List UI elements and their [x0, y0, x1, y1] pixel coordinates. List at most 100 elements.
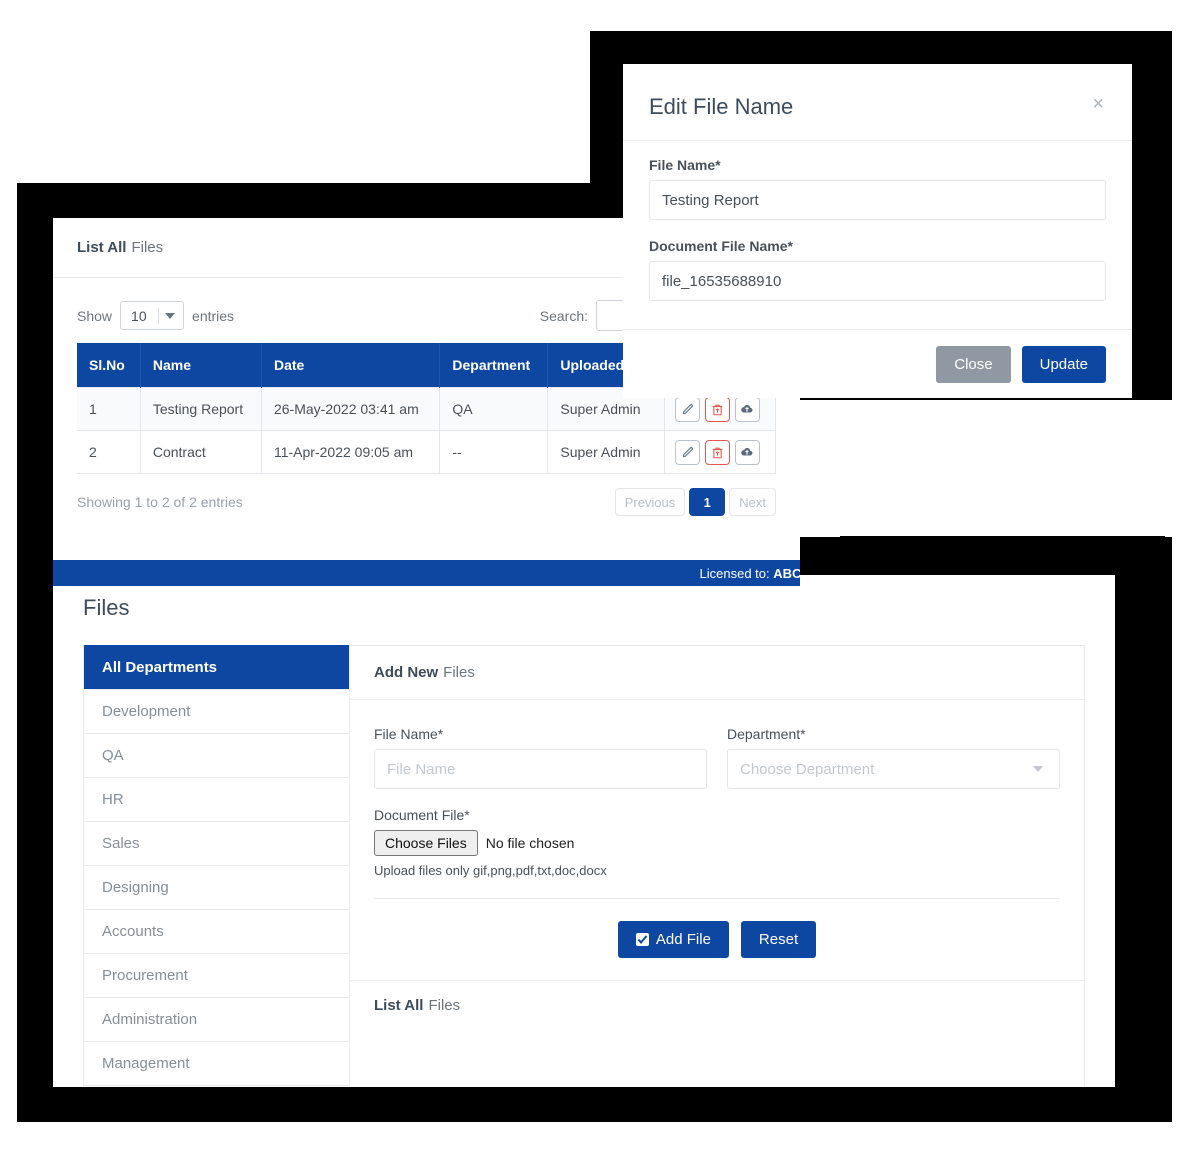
- department-item-development[interactable]: Development: [84, 689, 349, 733]
- department-item-procurement[interactable]: Procurement: [84, 953, 349, 997]
- department-label: Designing: [102, 879, 169, 896]
- cell-name: Contract: [140, 430, 262, 474]
- column-header-department[interactable]: Department: [439, 343, 549, 388]
- entries-label: entries: [192, 307, 235, 324]
- modal-file-name-input[interactable]: [649, 180, 1106, 220]
- add-new-files-header: Add New Files: [350, 646, 1084, 700]
- row-action-buttons: [674, 396, 765, 422]
- cell-uploaded-by: Super Admin: [547, 430, 665, 474]
- form-row-name-department: File Name* Department* Choose Department: [374, 726, 1060, 807]
- department-select[interactable]: Choose Department: [727, 749, 1060, 789]
- file-name-label: File Name*: [374, 726, 444, 742]
- column-header-date[interactable]: Date: [261, 343, 441, 388]
- entries-select-value: 10: [131, 307, 147, 324]
- modal-header: Edit File Name ×: [623, 64, 1132, 141]
- cell-department: --: [439, 430, 549, 474]
- add-new-files-form: File Name* Department* Choose Department: [350, 700, 1084, 980]
- license-text: Licensed to: ABC Trading: [700, 566, 800, 581]
- department-item-qa[interactable]: QA: [84, 733, 349, 777]
- delete-trash-icon[interactable]: [704, 396, 730, 422]
- modal-footer: Close Update: [623, 329, 1132, 398]
- edit-pencil-icon[interactable]: [674, 396, 700, 422]
- modal-title: Edit File Name: [649, 94, 794, 119]
- modal-update-button[interactable]: Update: [1021, 346, 1106, 383]
- modal-document-file-name-group: Document File Name*: [649, 238, 1106, 301]
- list-all-footer-bold: List All: [374, 997, 424, 1014]
- list-all-footer-rest: Files: [428, 997, 461, 1014]
- checkbox-check-icon: [635, 933, 649, 946]
- department-item-all-departments[interactable]: All Departments: [84, 645, 349, 689]
- screenshot-stage: Files All Departments Development QA HR …: [0, 0, 1200, 1153]
- department-label: HR: [102, 791, 124, 808]
- upload-cloud-icon[interactable]: [734, 439, 760, 465]
- select-separator: [158, 307, 160, 324]
- document-file-group: Document File* Choose Files No file chos…: [374, 807, 1060, 878]
- department-label: QA: [102, 747, 124, 764]
- document-file-label: Document File*: [374, 807, 470, 823]
- row-action-buttons: [674, 439, 765, 465]
- license-prefix: Licensed to:: [699, 565, 770, 581]
- department-label: Sales: [102, 835, 140, 852]
- show-label: Show: [77, 307, 113, 324]
- search-label: Search:: [539, 307, 588, 324]
- document-file-picker: Choose Files No file chosen: [374, 830, 1060, 856]
- files-table-body: 1 Testing Report 26-May-2022 03:41 am QA…: [77, 387, 777, 474]
- entries-info: Showing 1 to 2 of 2 entries: [77, 494, 243, 510]
- files-page-body: All Departments Development QA HR Sales …: [53, 621, 1115, 1087]
- department-label: All Departments: [102, 659, 218, 676]
- add-new-files-panel: Add NewFiles File Name* Department* Choo…: [350, 645, 1085, 1087]
- upload-cloud-icon[interactable]: [734, 396, 760, 422]
- form-action-buttons: Add File Reset: [374, 898, 1060, 980]
- department-item-designing[interactable]: Designing: [84, 865, 349, 909]
- department-select-value: Choose Department: [740, 760, 875, 778]
- entries-select[interactable]: 10: [120, 301, 185, 330]
- datatable-footer: Showing 1 to 2 of 2 entries Previous 1 N…: [53, 474, 800, 516]
- add-new-files-header-bold: Add New: [374, 664, 439, 681]
- department-label: Management: [102, 1055, 190, 1072]
- department-group: Department* Choose Department: [727, 726, 1060, 789]
- list-all-files-header-rest: Files: [131, 239, 164, 256]
- modal-file-name-group: File Name*: [649, 157, 1106, 220]
- department-item-hr[interactable]: HR: [84, 777, 349, 821]
- department-item-partial[interactable]: [84, 1085, 349, 1087]
- license-bar: Licensed to: ABC Trading: [53, 560, 800, 586]
- pagination-next[interactable]: Next: [729, 488, 776, 516]
- file-name-input[interactable]: [374, 749, 707, 789]
- column-header-name[interactable]: Name: [140, 343, 262, 388]
- cell-date: 26-May-2022 03:41 am: [261, 387, 441, 431]
- table-row: 2 Contract 11-Apr-2022 09:05 am -- Super…: [77, 430, 777, 474]
- modal-close-button[interactable]: Close: [936, 346, 1011, 383]
- pagination-page-1[interactable]: 1: [689, 488, 726, 516]
- column-header-slno[interactable]: Sl.No: [77, 343, 141, 388]
- modal-file-name-label: File Name*: [649, 157, 721, 173]
- add-file-button[interactable]: Add File: [617, 921, 729, 958]
- cell-date: 11-Apr-2022 09:05 am: [261, 430, 441, 474]
- upload-help-text: Upload files only gif,png,pdf,txt,doc,do…: [374, 863, 607, 878]
- department-label-field: Department*: [727, 726, 806, 742]
- blank-white-panel: [840, 436, 1165, 536]
- department-item-management[interactable]: Management: [84, 1041, 349, 1085]
- edit-pencil-icon[interactable]: [674, 439, 700, 465]
- close-icon[interactable]: ×: [1092, 94, 1104, 114]
- department-item-administration[interactable]: Administration: [84, 997, 349, 1041]
- chevron-down-icon: [1033, 766, 1043, 772]
- delete-trash-icon[interactable]: [704, 439, 730, 465]
- cell-slno: 1: [77, 387, 141, 431]
- edit-file-name-modal: Edit File Name × File Name* Document Fil…: [623, 64, 1132, 398]
- chevron-down-icon: [165, 312, 176, 319]
- no-file-chosen-text: No file chosen: [485, 835, 575, 851]
- department-item-accounts[interactable]: Accounts: [84, 909, 349, 953]
- add-new-files-header-rest: Files: [443, 664, 475, 681]
- department-list: All Departments Development QA HR Sales …: [83, 645, 350, 1087]
- list-all-files-footer-header: List All Files: [350, 980, 1084, 1030]
- choose-files-button[interactable]: Choose Files: [374, 830, 478, 856]
- modal-document-file-name-label: Document File Name*: [649, 238, 793, 254]
- department-item-sales[interactable]: Sales: [84, 821, 349, 865]
- modal-document-file-name-input[interactable]: [649, 261, 1106, 301]
- pagination: Previous 1 Next: [614, 488, 776, 516]
- cell-name: Testing Report: [140, 387, 262, 431]
- pagination-previous[interactable]: Previous: [614, 488, 686, 516]
- department-label: Procurement: [102, 967, 188, 984]
- reset-button[interactable]: Reset: [740, 921, 817, 958]
- department-label: Accounts: [102, 923, 164, 940]
